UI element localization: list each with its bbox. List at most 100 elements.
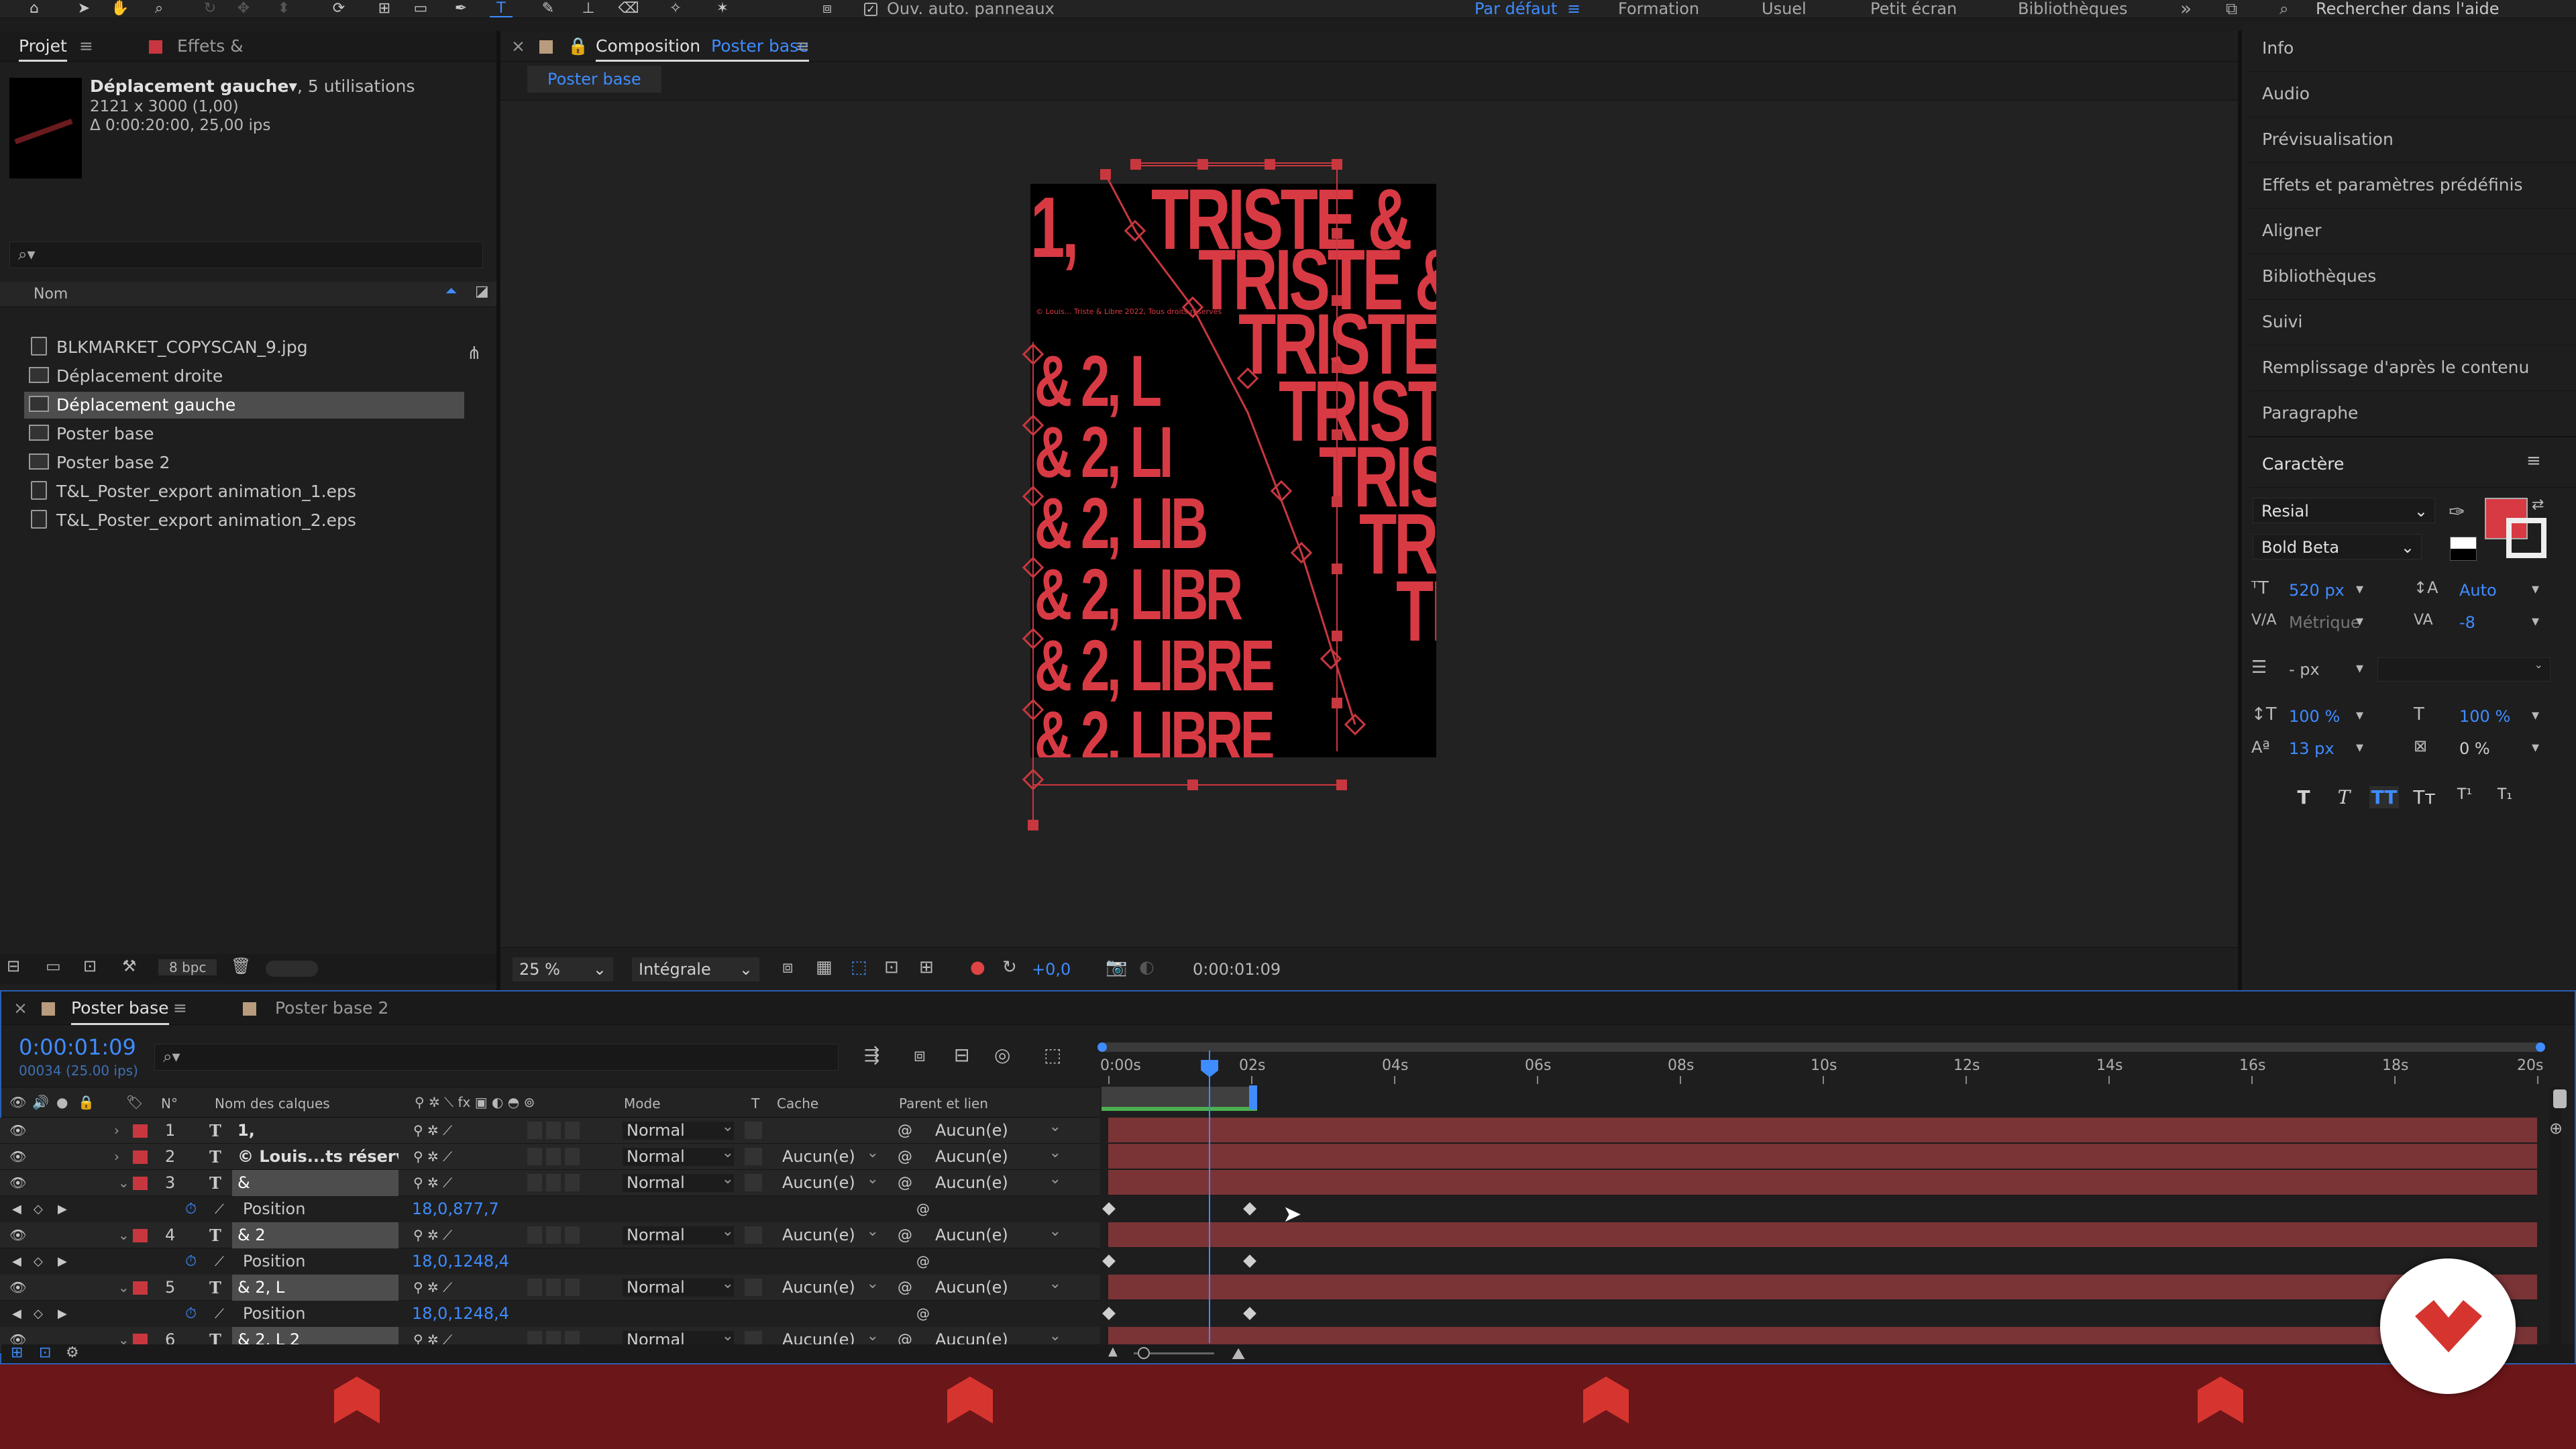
zoom-out-time-icon[interactable]: ▲ bbox=[1108, 1344, 1118, 1358]
prev-keyframe-icon[interactable]: ◀ bbox=[12, 1301, 21, 1327]
layer-name[interactable]: 1, bbox=[232, 1118, 398, 1144]
layer-duration-bar[interactable] bbox=[1108, 1170, 2537, 1196]
blend-mode-dropdown[interactable]: Normal bbox=[623, 1275, 734, 1297]
work-area-end-handle[interactable] bbox=[1249, 1085, 1257, 1110]
pick-whip-icon[interactable]: @ bbox=[898, 1170, 912, 1196]
font-size-value[interactable]: 520 px bbox=[2289, 581, 2345, 600]
parent-dropdown[interactable]: Aucun(e) bbox=[930, 1144, 1061, 1166]
composition-mini-flowchart-icon[interactable]: ⇶ bbox=[864, 1044, 879, 1066]
workspace-bibliotheques[interactable]: Bibliothèques bbox=[2018, 0, 2128, 17]
project-item[interactable]: T&L_Poster_export animation_1.eps bbox=[56, 478, 356, 505]
add-keyframe-icon[interactable]: ◇ bbox=[34, 1301, 43, 1327]
position-property-row[interactable]: ◀ ◇ ▶ ⏱ ⟋ Position 18,0,877,7 @ bbox=[0, 1196, 1100, 1222]
track-matte-dropdown[interactable]: Aucun(e) bbox=[778, 1275, 879, 1297]
track-matte-dropdown[interactable]: Aucun(e) bbox=[778, 1170, 879, 1192]
column-num[interactable]: N° bbox=[161, 1095, 178, 1112]
comp-breadcrumb-poster-base[interactable]: Poster base bbox=[527, 66, 661, 93]
switch-box[interactable] bbox=[565, 1174, 580, 1191]
layer-row[interactable]: 👁 ⌄ 5 T & 2, L ⚲ ✲ ⟋ Normal Aucun(e) @ Aucun(e) bbox=[0, 1275, 1100, 1301]
work-area-start[interactable] bbox=[1097, 1042, 1107, 1052]
project-item[interactable]: Déplacement droite bbox=[56, 363, 223, 390]
switch-box[interactable] bbox=[546, 1226, 561, 1244]
more-workspaces-icon[interactable]: » bbox=[2180, 0, 2192, 18]
layer-label-swatch[interactable] bbox=[133, 1281, 148, 1295]
composition-menu-icon[interactable]: ≡ bbox=[796, 31, 810, 62]
add-keyframe-icon[interactable]: ◇ bbox=[34, 1248, 43, 1275]
switch-box[interactable] bbox=[527, 1226, 542, 1244]
region-of-interest-icon[interactable]: ⊡ bbox=[884, 957, 899, 977]
leading-value[interactable]: Auto bbox=[2459, 581, 2497, 600]
close-timeline-icon[interactable]: × bbox=[13, 991, 28, 1025]
expand-arrow-icon[interactable]: › bbox=[114, 1118, 119, 1144]
audio-switch-icon[interactable]: 🔊 bbox=[32, 1094, 49, 1110]
layer-name[interactable]: & 2, L bbox=[232, 1275, 398, 1301]
zoom-in-time-icon[interactable]: ⛰ bbox=[1232, 1344, 1245, 1363]
blend-mode-dropdown[interactable]: Normal bbox=[623, 1170, 734, 1192]
selection-tool-icon[interactable]: ➤ bbox=[72, 0, 95, 17]
exposure-value[interactable]: +0,0 bbox=[1032, 960, 1071, 979]
expand-layer-switches-icon[interactable]: ⊞ bbox=[11, 1344, 23, 1361]
layer-duration-bar[interactable] bbox=[1108, 1118, 2537, 1144]
preserve-transparency-box[interactable] bbox=[745, 1148, 762, 1165]
workspace-settings-icon[interactable]: ⧉ bbox=[2226, 0, 2237, 17]
tracking-dropdown-icon[interactable]: ▾ bbox=[2532, 613, 2539, 630]
eyedropper-icon[interactable]: ✑ bbox=[2449, 500, 2465, 524]
graph-icon[interactable]: ⟋ bbox=[215, 1301, 224, 1327]
vertical-scale-value[interactable]: 100 % bbox=[2289, 707, 2340, 726]
column-layer-name[interactable]: Nom des calques bbox=[215, 1095, 330, 1112]
panel-remplissage-d-après-le-contenu[interactable]: Remplissage d'après le contenu bbox=[2262, 345, 2529, 390]
project-item[interactable]: Poster base bbox=[56, 421, 154, 447]
orbit-tool-icon[interactable]: ✥ bbox=[232, 0, 255, 17]
parent-dropdown[interactable]: Aucun(e) bbox=[930, 1170, 1061, 1192]
help-search-field[interactable]: Rechercher dans l'aide bbox=[2316, 0, 2499, 17]
anchor-tool-icon[interactable]: ⊞ bbox=[373, 0, 396, 17]
panel-paragraphe[interactable]: Paragraphe bbox=[2262, 390, 2358, 436]
layer-row[interactable]: 👁 ⌄ 4 T & 2 ⚲ ✲ ⟋ Normal Aucun(e) @ Aucun(e) bbox=[0, 1222, 1100, 1248]
tab-poster-base[interactable]: Poster base bbox=[71, 991, 169, 1025]
stroke-width-dropdown-icon[interactable]: ▾ bbox=[2356, 660, 2363, 677]
baseline-shift-dropdown-icon[interactable]: ▾ bbox=[2356, 739, 2363, 756]
add-keyframe-icon[interactable]: ◇ bbox=[34, 1196, 43, 1222]
preserve-transparency-box[interactable] bbox=[745, 1279, 762, 1296]
visibility-eye-icon[interactable]: 👁 bbox=[9, 1222, 26, 1248]
brush-tool-icon[interactable]: ✎ bbox=[537, 0, 559, 17]
layer-switches[interactable]: ⚲ ✲ ⟋ bbox=[413, 1118, 452, 1144]
position-value[interactable]: 18,0,1248,4 bbox=[412, 1248, 509, 1275]
graph-icon[interactable]: ⟋ bbox=[215, 1248, 224, 1275]
switch-box[interactable] bbox=[546, 1148, 561, 1165]
switch-box[interactable] bbox=[546, 1174, 561, 1191]
auto-panels-checkbox[interactable]: ✓ bbox=[864, 3, 877, 16]
lock-switch-icon[interactable]: 🔒 bbox=[78, 1094, 95, 1110]
layer-switches[interactable]: ⚲ ✲ ⟋ bbox=[413, 1222, 452, 1248]
zoom-tool-icon[interactable]: ⌕ bbox=[148, 0, 170, 17]
blend-mode-dropdown[interactable]: Normal bbox=[623, 1144, 734, 1166]
label-filter-icon[interactable]: ◪ bbox=[475, 283, 489, 300]
rotation-tool-icon[interactable]: ⟳ bbox=[327, 0, 350, 17]
switch-box[interactable] bbox=[527, 1174, 542, 1191]
position-value[interactable]: 18,0,877,7 bbox=[412, 1196, 499, 1222]
brand-badge[interactable] bbox=[2380, 1258, 2516, 1394]
workspace-par-defaut[interactable]: Par défaut bbox=[1474, 0, 1557, 17]
workspace-formation[interactable]: Formation bbox=[1618, 0, 1699, 17]
switch-box[interactable] bbox=[527, 1279, 542, 1296]
grid-guides-icon[interactable]: ⊞ bbox=[919, 957, 934, 977]
render-range[interactable] bbox=[1102, 1087, 1257, 1107]
tab-effets[interactable]: Effets & bbox=[177, 31, 244, 62]
leading-dropdown-icon[interactable]: ▾ bbox=[2532, 581, 2539, 598]
all-caps-button[interactable]: TT bbox=[2369, 786, 2399, 808]
puppet-tool-icon[interactable]: ✶ bbox=[711, 0, 734, 17]
preserve-transparency-box[interactable] bbox=[745, 1226, 762, 1244]
timeline-search-input[interactable]: ⌕▾ bbox=[154, 1044, 839, 1071]
pick-whip-icon[interactable]: @ bbox=[898, 1144, 912, 1170]
work-area-end[interactable] bbox=[2536, 1042, 2545, 1052]
panel-audio[interactable]: Audio bbox=[2262, 71, 2310, 117]
swap-colors-icon[interactable]: ⇄ bbox=[2532, 496, 2544, 513]
layer-label-swatch[interactable] bbox=[133, 1229, 148, 1242]
expression-icon[interactable]: @ bbox=[916, 1301, 930, 1327]
workspace-menu-icon[interactable]: ≡ bbox=[1567, 0, 1580, 17]
layer-switches[interactable]: ⚲ ✲ ⟋ bbox=[413, 1170, 452, 1196]
layer-row[interactable]: 👁 ⌄ 3 T&⚲ ✲ ⟋ Normal Aucun(e) @ Aucun(e) bbox=[0, 1170, 1100, 1196]
panel-bibliothèques[interactable]: Bibliothèques bbox=[2262, 254, 2376, 299]
expand-time-icon[interactable]: ⚙ bbox=[66, 1344, 79, 1361]
pan-behind-icon[interactable]: ⬍ bbox=[272, 0, 295, 17]
